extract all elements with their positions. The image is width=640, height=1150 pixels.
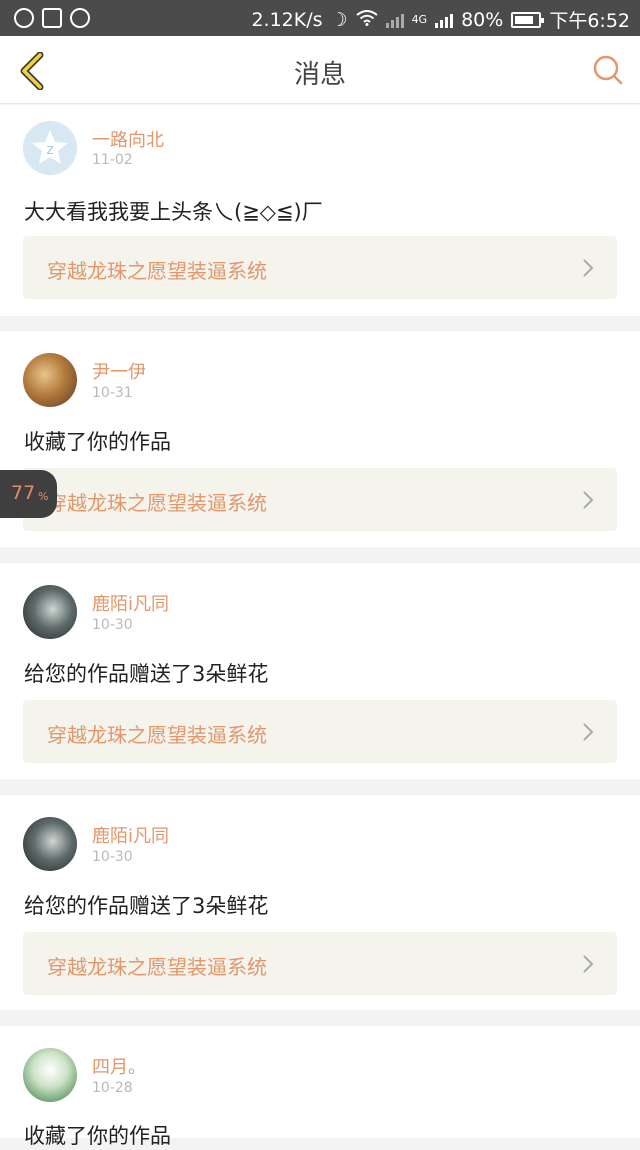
wifi-icon <box>355 9 378 31</box>
image-notification-icon <box>42 8 62 28</box>
message-text: 收藏了你的作品 <box>24 430 171 454</box>
status-bar: 2.12K/s ☽ 4G 80% 下午6:52 <box>0 0 640 36</box>
chevron-right-icon <box>583 723 594 741</box>
photo-avatar[interactable] <box>23 585 77 639</box>
clock: 下午6:52 <box>549 10 630 32</box>
svg-text:z: z <box>46 142 53 158</box>
work-link[interactable]: 穿越龙珠之愿望装逼系统 <box>23 236 617 299</box>
work-title: 穿越龙珠之愿望装逼系统 <box>47 955 267 979</box>
message-date: 10-30 <box>92 617 133 633</box>
chevron-right-icon <box>583 955 594 973</box>
message-card[interactable]: z 一路向北 11-02 大大看我我要上头条乀(≧◇≦)厂 穿越龙珠之愿望装逼系… <box>0 105 640 316</box>
chevron-right-icon <box>583 491 594 509</box>
signal-sim1-icon <box>385 12 404 28</box>
photo-avatar[interactable] <box>23 1048 77 1102</box>
message-card[interactable]: 尹一伊 10-31 收藏了你的作品 穿越龙珠之愿望装逼系统 <box>0 331 640 547</box>
app-header: 消息 <box>0 36 640 104</box>
sender-name[interactable]: 四月。 <box>92 1053 146 1079</box>
network-type: 4G <box>411 13 428 26</box>
work-title: 穿越龙珠之愿望装逼系统 <box>47 259 267 283</box>
message-date: 11-02 <box>92 152 133 168</box>
moon-icon: ☽ <box>330 8 348 31</box>
work-title: 穿越龙珠之愿望装逼系统 <box>47 491 267 515</box>
app-notification-icon <box>14 8 34 28</box>
message-date: 10-31 <box>92 385 133 401</box>
message-text: 给您的作品赠送了3朵鲜花 <box>24 662 269 686</box>
chevron-right-icon <box>583 259 594 277</box>
work-link[interactable]: 穿越龙珠之愿望装逼系统 <box>23 468 617 531</box>
message-card[interactable]: 鹿陌i凡同 10-30 给您的作品赠送了3朵鲜花 穿越龙珠之愿望装逼系统 <box>0 795 640 1010</box>
battery-percent: 80% <box>461 8 504 31</box>
more-notification-icon <box>70 8 90 28</box>
search-icon[interactable] <box>592 54 624 86</box>
work-title: 穿越龙珠之愿望装逼系统 <box>47 723 267 747</box>
work-link[interactable]: 穿越龙珠之愿望装逼系统 <box>23 700 617 763</box>
battery-icon <box>511 11 545 28</box>
message-card[interactable]: 四月。 10-28 收藏了你的作品 <box>0 1026 640 1148</box>
sender-name[interactable]: 鹿陌i凡同 <box>92 590 169 616</box>
network-speed: 2.12K/s <box>251 8 323 31</box>
message-text: 给您的作品赠送了3朵鲜花 <box>24 894 269 918</box>
photo-avatar[interactable] <box>23 817 77 871</box>
message-date: 10-28 <box>92 1080 133 1096</box>
message-text: 大大看我我要上头条乀(≧◇≦)厂 <box>24 200 323 224</box>
sender-name[interactable]: 鹿陌i凡同 <box>92 822 169 848</box>
work-link[interactable]: 穿越龙珠之愿望装逼系统 <box>23 932 617 995</box>
message-date: 10-30 <box>92 849 133 865</box>
qzone-logo-avatar[interactable]: z <box>23 121 77 175</box>
badge-value: 77 <box>11 482 36 504</box>
message-text: 收藏了你的作品 <box>24 1124 171 1148</box>
sender-name[interactable]: 一路向北 <box>92 126 164 152</box>
message-card[interactable]: 鹿陌i凡同 10-30 给您的作品赠送了3朵鲜花 穿越龙珠之愿望装逼系统 <box>0 563 640 779</box>
sender-name[interactable]: 尹一伊 <box>92 358 146 384</box>
badge-unit: % <box>38 490 49 503</box>
photo-avatar[interactable] <box>23 353 77 407</box>
page-title: 消息 <box>293 60 346 90</box>
floating-memory-badge[interactable]: 77 % <box>0 470 57 518</box>
signal-sim2-icon <box>435 12 454 28</box>
